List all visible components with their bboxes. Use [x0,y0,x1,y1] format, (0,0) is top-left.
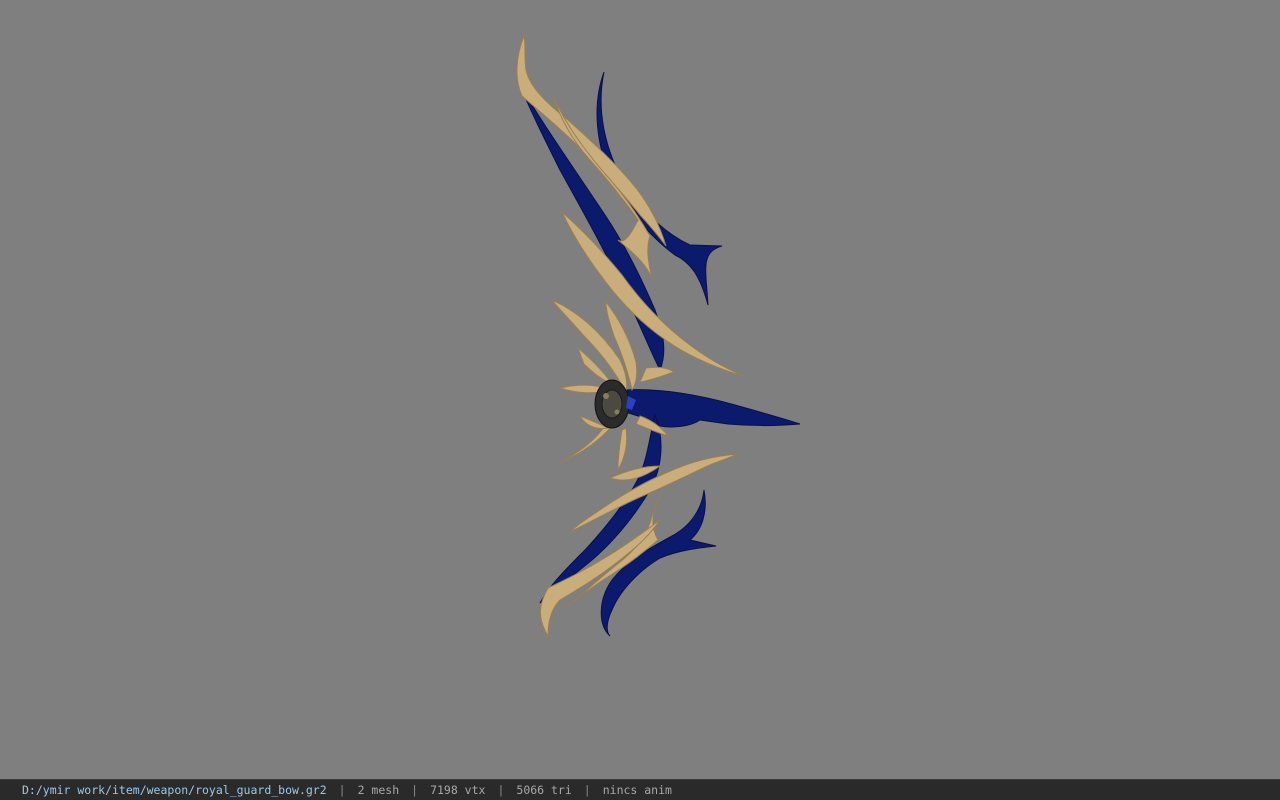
triangle-count: 5066 tri [516,783,572,797]
bow-model [516,34,801,638]
bow-blue-limbs [519,71,801,637]
separator: | [411,783,419,797]
bow-grip-core [594,379,636,429]
vertex-count: 7198 vtx [430,783,486,797]
separator: | [583,783,591,797]
3d-viewport[interactable] [0,0,1280,779]
file-path: D:/ymir work/item/weapon/royal_guard_bow… [22,783,327,797]
separator: | [497,783,505,797]
separator: | [338,783,346,797]
animation-status: nincs anim [602,783,672,797]
mesh-count: 2 mesh [357,783,400,797]
status-bar: D:/ymir work/item/weapon/royal_guard_bow… [0,779,1280,800]
